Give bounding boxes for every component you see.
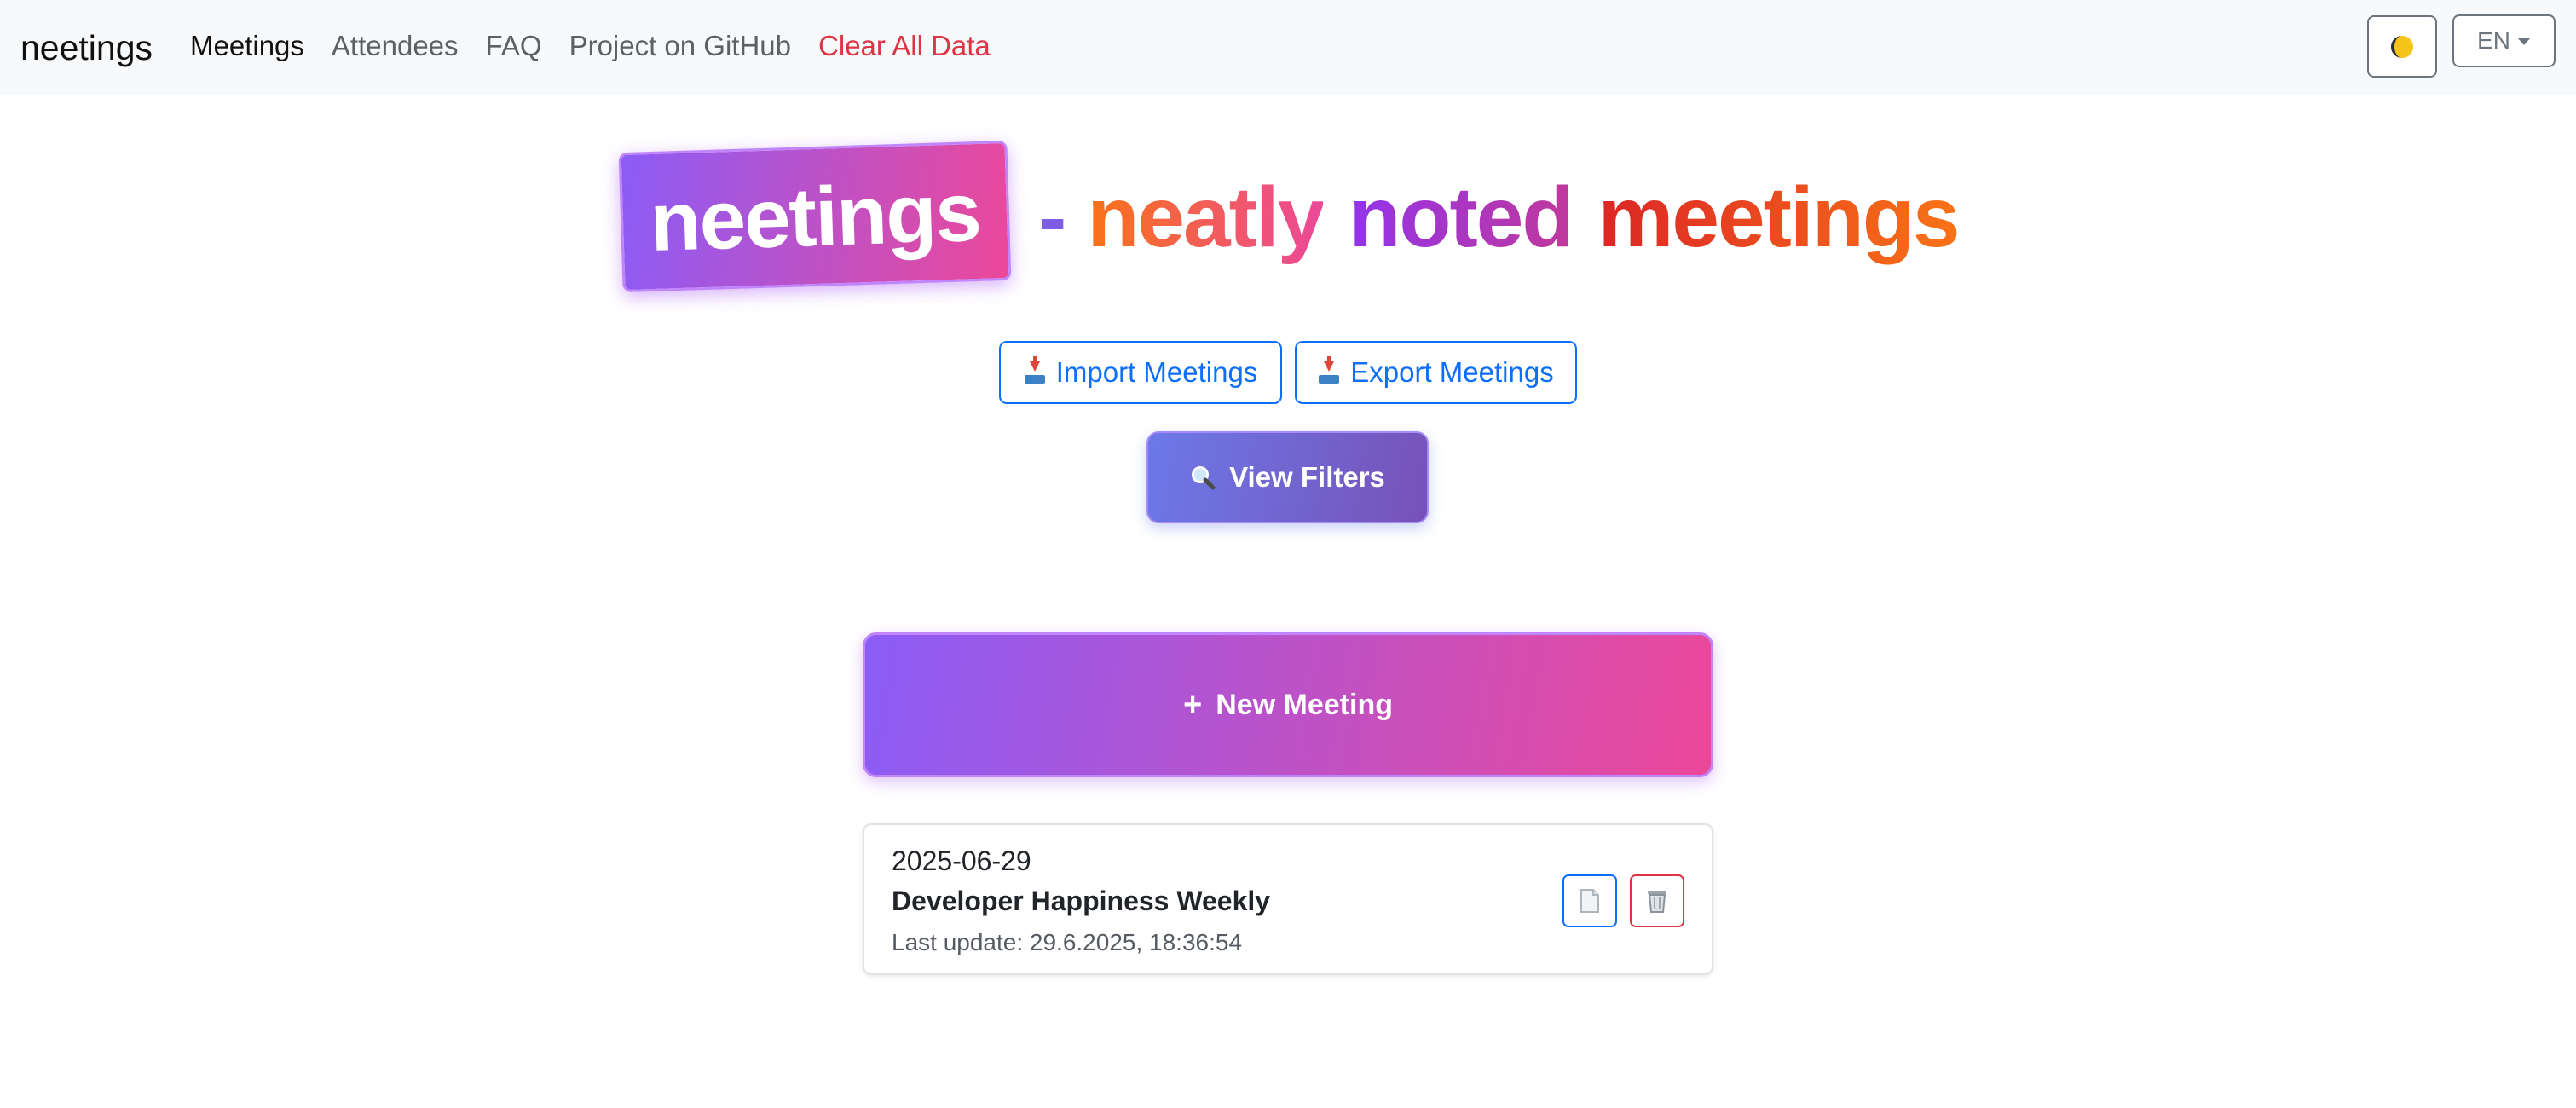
import-meetings-label: Import Meetings [1055,356,1258,388]
document-icon [1580,889,1599,913]
half-moon-icon [2391,35,2413,58]
export-meetings-label: Export Meetings [1350,356,1554,388]
nav-link-faq[interactable]: FAQ [486,30,542,62]
theme-toggle-button[interactable] [2367,15,2437,78]
language-dropdown[interactable]: EN [2452,14,2556,67]
chevron-down-icon [2516,37,2531,45]
import-meetings-button[interactable]: Import Meetings [999,341,1282,404]
view-filters-button[interactable]: View Filters [1146,431,1429,523]
export-meetings-button[interactable]: Export Meetings [1295,341,1577,404]
nav-link-attendees[interactable]: Attendees [332,30,459,62]
tagline-dash: - [1038,170,1066,265]
trash-icon [1648,891,1666,913]
inbox-tray-icon [1024,356,1046,384]
meeting-last-update: Last update: 29.6.2025, 18:36:54 [892,929,1243,955]
view-filters-label: View Filters [1229,461,1385,493]
duplicate-meeting-button[interactable] [1562,874,1617,927]
nav-links: Meetings Attendees FAQ Project on GitHub… [190,30,1018,62]
top-navbar: neetings Meetings Attendees FAQ Project … [0,0,2576,95]
tagline-word-noted: noted [1349,170,1574,265]
clear-all-data-link[interactable]: Clear All Data [818,30,991,62]
plus-icon: + [1182,686,1203,723]
new-meeting-label: New Meeting [1216,688,1393,721]
meeting-title: Developer Happiness Weekly [892,886,1271,916]
nav-link-github[interactable]: Project on GitHub [569,30,791,62]
new-meeting-button[interactable]: + New Meeting [863,632,1713,777]
magnifier-icon [1192,466,1216,490]
meeting-date: 2025-06-29 [892,845,1031,876]
outbox-tray-icon [1318,356,1340,384]
delete-meeting-button[interactable] [1630,874,1684,927]
tagline-word-neatly: neatly [1087,170,1325,265]
language-label: EN [2477,27,2510,54]
hero-tagline: - neatly noted meetings [1038,169,1961,267]
navbar-brand[interactable]: neetings [20,28,153,68]
logo-badge: neetings [618,140,1012,293]
nav-link-meetings[interactable]: Meetings [190,30,304,62]
tagline-word-meetings: meetings [1597,170,1961,265]
meeting-card[interactable]: 2025-06-29 Developer Happiness Weekly La… [863,823,1713,975]
logo-text: neetings [648,164,982,268]
